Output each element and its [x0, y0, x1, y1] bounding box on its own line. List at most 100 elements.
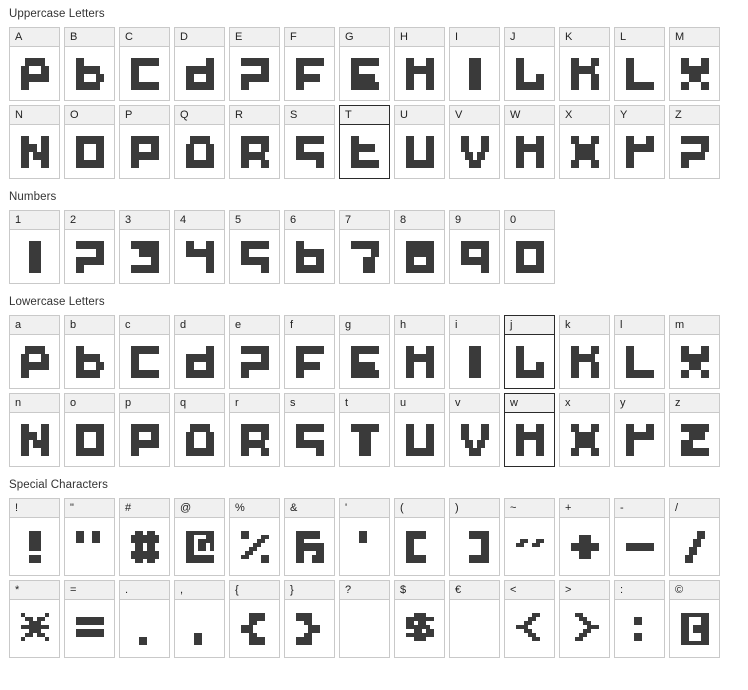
character-cell[interactable]: a: [9, 315, 60, 389]
character-cell[interactable]: U: [394, 105, 445, 179]
character-cell[interactable]: N: [9, 105, 60, 179]
character-cell[interactable]: ": [64, 498, 115, 576]
character-cell[interactable]: O: [64, 105, 115, 179]
character-cell[interactable]: g: [339, 315, 390, 389]
character-cell[interactable]: ?: [339, 580, 390, 658]
character-cell[interactable]: q: [174, 393, 225, 467]
character-cell[interactable]: y: [614, 393, 665, 467]
character-cell[interactable]: F: [284, 27, 335, 101]
character-cell[interactable]: 5: [229, 210, 280, 284]
character-cell[interactable]: W: [504, 105, 555, 179]
character-cell[interactable]: 6: [284, 210, 335, 284]
character-cell[interactable]: @: [174, 498, 225, 576]
character-cell[interactable]: r: [229, 393, 280, 467]
character-cell[interactable]: &: [284, 498, 335, 576]
character-cell[interactable]: 9: [449, 210, 500, 284]
character-cell[interactable]: c: [119, 315, 170, 389]
character-cell[interactable]: (: [394, 498, 445, 576]
character-cell[interactable]: .: [119, 580, 170, 658]
glyph-shape: [405, 423, 434, 456]
character-cell[interactable]: 3: [119, 210, 170, 284]
character-cell[interactable]: ~: [504, 498, 555, 576]
character-cell[interactable]: C: [119, 27, 170, 101]
character-cell[interactable]: f: [284, 315, 335, 389]
character-cell[interactable]: *: [9, 580, 60, 658]
character-cell[interactable]: e: [229, 315, 280, 389]
character-cell[interactable]: H: [394, 27, 445, 101]
character-cell[interactable]: B: [64, 27, 115, 101]
character-label: A: [10, 28, 59, 47]
character-cell[interactable]: b: [64, 315, 115, 389]
character-label: W: [505, 106, 554, 125]
character-cell[interactable]: ): [449, 498, 500, 576]
character-cell[interactable]: Z: [669, 105, 720, 179]
character-cell[interactable]: J: [504, 27, 555, 101]
character-cell[interactable]: >: [559, 580, 610, 658]
character-cell[interactable]: v: [449, 393, 500, 467]
character-cell[interactable]: l: [614, 315, 665, 389]
character-cell[interactable]: ': [339, 498, 390, 576]
character-cell[interactable]: A: [9, 27, 60, 101]
character-cell[interactable]: !: [9, 498, 60, 576]
character-cell[interactable]: m: [669, 315, 720, 389]
character-cell[interactable]: #: [119, 498, 170, 576]
character-cell[interactable]: I: [449, 27, 500, 101]
character-cell[interactable]: o: [64, 393, 115, 467]
glyph-shape: [130, 345, 159, 378]
character-cell[interactable]: ©: [669, 580, 720, 658]
character-cell[interactable]: Y: [614, 105, 665, 179]
character-cell[interactable]: x: [559, 393, 610, 467]
character-cell[interactable]: w: [504, 393, 555, 467]
character-preview: [175, 335, 224, 388]
character-cell[interactable]: 2: [64, 210, 115, 284]
character-cell[interactable]: P: [119, 105, 170, 179]
character-cell[interactable]: s: [284, 393, 335, 467]
character-cell[interactable]: €: [449, 580, 500, 658]
character-cell[interactable]: +: [559, 498, 610, 576]
character-cell[interactable]: i: [449, 315, 500, 389]
character-cell[interactable]: h: [394, 315, 445, 389]
glyph-shape: [405, 530, 426, 563]
glyph-shape: [295, 530, 324, 563]
character-cell[interactable]: 4: [174, 210, 225, 284]
character-cell[interactable]: %: [229, 498, 280, 576]
character-cell[interactable]: $: [394, 580, 445, 658]
character-cell[interactable]: u: [394, 393, 445, 467]
character-cell[interactable]: K: [559, 27, 610, 101]
character-cell[interactable]: {: [229, 580, 280, 658]
character-cell[interactable]: 8: [394, 210, 445, 284]
character-cell[interactable]: T: [339, 105, 390, 179]
character-cell[interactable]: L: [614, 27, 665, 101]
character-cell[interactable]: t: [339, 393, 390, 467]
character-preview: [450, 230, 499, 283]
character-cell[interactable]: G: [339, 27, 390, 101]
character-cell[interactable]: j: [504, 315, 555, 389]
character-cell[interactable]: M: [669, 27, 720, 101]
character-cell[interactable]: 0: [504, 210, 555, 284]
character-cell[interactable]: p: [119, 393, 170, 467]
character-cell[interactable]: :: [614, 580, 665, 658]
character-cell[interactable]: d: [174, 315, 225, 389]
character-cell[interactable]: =: [64, 580, 115, 658]
glyph-shape: [680, 612, 709, 645]
character-cell[interactable]: -: [614, 498, 665, 576]
glyph-shape: [28, 530, 41, 563]
character-cell[interactable]: Q: [174, 105, 225, 179]
character-cell[interactable]: X: [559, 105, 610, 179]
character-cell[interactable]: S: [284, 105, 335, 179]
character-preview: [285, 47, 334, 100]
character-label: 8: [395, 211, 444, 230]
character-cell[interactable]: k: [559, 315, 610, 389]
character-cell[interactable]: /: [669, 498, 720, 576]
character-cell[interactable]: n: [9, 393, 60, 467]
character-cell[interactable]: z: [669, 393, 720, 467]
character-cell[interactable]: E: [229, 27, 280, 101]
character-cell[interactable]: 1: [9, 210, 60, 284]
character-cell[interactable]: V: [449, 105, 500, 179]
character-cell[interactable]: 7: [339, 210, 390, 284]
character-cell[interactable]: }: [284, 580, 335, 658]
character-cell[interactable]: R: [229, 105, 280, 179]
character-cell[interactable]: D: [174, 27, 225, 101]
character-cell[interactable]: <: [504, 580, 555, 658]
character-cell[interactable]: ,: [174, 580, 225, 658]
